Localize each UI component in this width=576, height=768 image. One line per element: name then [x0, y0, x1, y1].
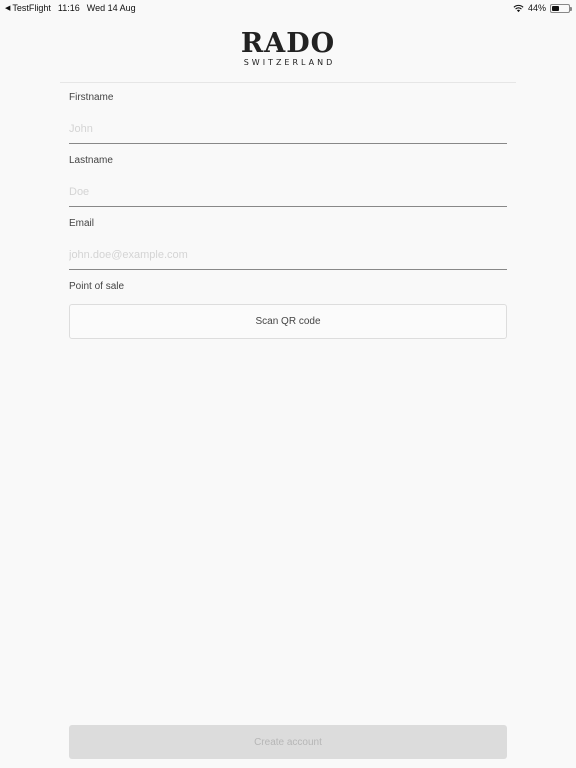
create-account-button[interactable]: Create account — [69, 725, 507, 759]
logo-wordmark: RADO — [240, 28, 336, 59]
logo-tagline: SWITZERLAND — [243, 58, 336, 67]
wifi-icon — [513, 4, 524, 12]
rado-logo: RADO SWITZERLAND — [0, 30, 576, 67]
point-of-sale-label: Point of sale — [69, 281, 125, 292]
battery-percent: 44% — [527, 3, 546, 13]
status-bar: ◀ TestFlight 11:16 Wed 14 Aug 44% — [0, 0, 576, 16]
back-to-app-link[interactable]: ◀ TestFlight — [5, 3, 51, 13]
status-date: Wed 14 Aug — [86, 3, 136, 13]
lastname-label: Lastname — [69, 155, 113, 166]
back-arrow-icon: ◀ — [5, 4, 11, 12]
firstname-label: Firstname — [69, 92, 114, 103]
lastname-field-group: Lastname — [69, 153, 507, 216]
battery-icon — [550, 3, 572, 13]
firstname-field-group: Firstname — [69, 90, 507, 153]
firstname-input[interactable] — [69, 114, 507, 144]
battery-fill — [552, 5, 560, 11]
scan-qr-code-button[interactable]: Scan QR code — [69, 304, 507, 339]
status-time: 11:16 — [57, 3, 80, 13]
email-label: Email — [69, 218, 95, 229]
email-field-group: Email — [69, 216, 507, 279]
signup-form: Firstname Lastname Email Point of sale S… — [69, 90, 507, 339]
lastname-input[interactable] — [69, 177, 507, 207]
email-input[interactable] — [69, 240, 507, 270]
header-divider — [60, 82, 516, 83]
back-app-label: TestFlight — [12, 3, 51, 13]
